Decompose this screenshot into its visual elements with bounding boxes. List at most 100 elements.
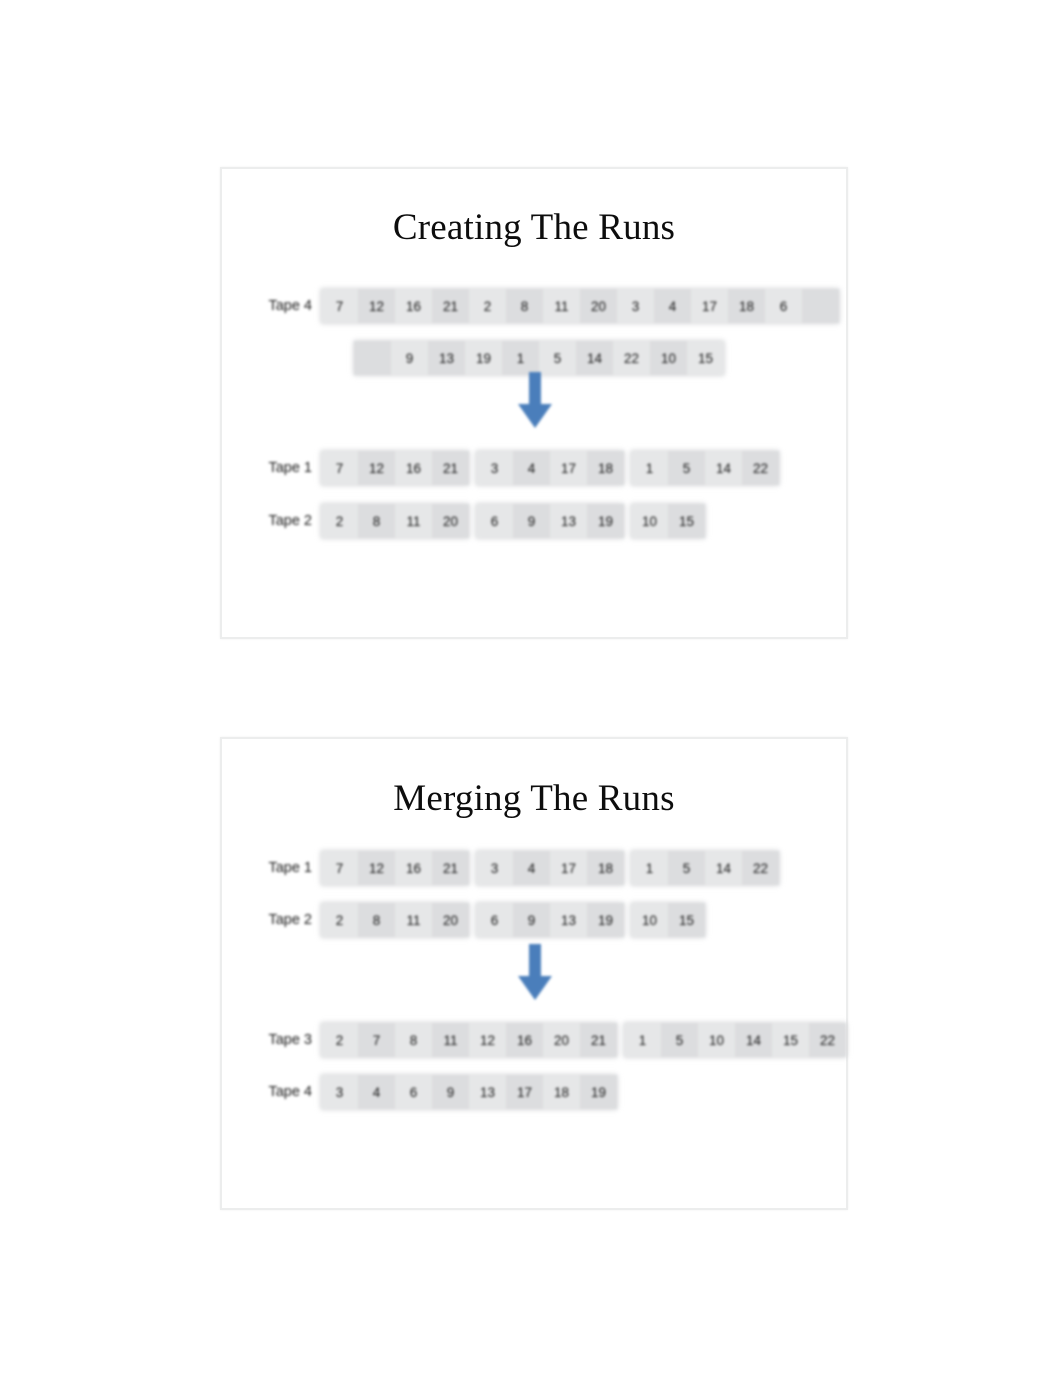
tape-row-label: Tape 4 (268, 1084, 312, 1100)
tape-cell: 13 (428, 341, 465, 375)
tape-cell: 8 (409, 1032, 418, 1048)
tape-cell: 19 (587, 903, 624, 937)
tape-cell: 15 (782, 1032, 799, 1048)
tape-row-label: Tape 1 (268, 860, 312, 876)
tape-row: 9 13 19 1 5 14 22 10 15 (354, 341, 724, 375)
tape-cell: 15 (668, 903, 705, 937)
down-arrow-icon (518, 944, 552, 1000)
tape-cell: 9 (513, 504, 550, 538)
tape-row-label: Tape 4 (268, 298, 312, 314)
tape-cell: 8 (358, 504, 395, 538)
tape-row: Tape 2 2 8 11 20 6 9 13 19 10 15 (268, 504, 705, 538)
run-group: 1 5 10 14 15 22 (624, 1023, 846, 1057)
tape-cell: 2 (483, 298, 492, 314)
tape-cell: 21 (432, 851, 469, 885)
tape-row-label: Tape 1 (268, 460, 312, 476)
tape-cell: 21 (432, 451, 469, 485)
run-group: 3 4 17 18 (476, 451, 624, 485)
tape-cell-empty (802, 289, 839, 323)
tape-cell: 11 (406, 912, 421, 928)
run-group: 9 13 19 1 5 14 22 10 15 (354, 341, 724, 375)
tape-cell: 6 (779, 298, 788, 314)
tape-cell: 20 (580, 289, 617, 323)
tape-cell: 7 (335, 460, 344, 476)
tape-cell: 22 (623, 350, 640, 366)
tape-cell: 22 (742, 851, 779, 885)
slide-merging-the-runs: Merging The Runs Tape 1 7 12 16 21 3 4 1… (220, 737, 848, 1210)
tape-cell: 19 (587, 504, 624, 538)
tape-cell: 5 (661, 1023, 698, 1057)
tape-cell: 16 (405, 298, 422, 314)
tape-cell: 8 (506, 289, 543, 323)
run-group: 10 15 (631, 504, 705, 538)
tape-cell: 9 (405, 350, 414, 366)
tape-row-label: Tape 3 (268, 1032, 312, 1048)
tape-cell: 10 (708, 1032, 725, 1048)
tape-cell: 20 (432, 903, 469, 937)
tape-cell: 17 (560, 460, 577, 476)
tape-row: Tape 2 2 8 11 20 6 9 13 19 10 15 (268, 903, 705, 937)
tape-row: Tape 4 3 4 6 9 13 17 18 19 (268, 1075, 617, 1109)
run-group: 1 5 14 22 (631, 851, 779, 885)
tape-cell: 14 (715, 860, 732, 876)
tape-cell: 16 (405, 860, 422, 876)
tape-cell: 22 (742, 451, 779, 485)
tape-cell: 1 (638, 1032, 647, 1048)
tape-cell: 2 (335, 513, 344, 529)
tape-cell: 4 (654, 289, 691, 323)
tape-cell: 12 (358, 851, 395, 885)
tape-cell: 19 (475, 350, 492, 366)
tape-cell: 18 (587, 851, 624, 885)
tape-cell: 20 (553, 1032, 570, 1048)
tape-cell: 4 (358, 1075, 395, 1109)
tape-cell: 15 (697, 350, 714, 366)
tape-cell: 9 (513, 903, 550, 937)
tape-row-label: Tape 2 (268, 912, 312, 928)
tape-cell: 14 (735, 1023, 772, 1057)
tape-cell: 12 (358, 289, 395, 323)
tape-cell: 3 (631, 298, 640, 314)
tape-cell: 3 (490, 460, 499, 476)
tape-cell: 11 (432, 1023, 469, 1057)
run-group: 10 15 (631, 903, 705, 937)
tape-cell: 10 (641, 912, 658, 928)
run-group: 7 12 16 21 2 8 11 20 3 4 17 18 6 (321, 289, 839, 323)
tape-cell: 11 (554, 298, 569, 314)
tape-row: Tape 3 2 7 8 11 12 16 20 21 1 5 10 14 15… (268, 1023, 846, 1057)
tape-cell: 4 (513, 451, 550, 485)
tape-cell: 17 (506, 1075, 543, 1109)
run-group: 1 5 14 22 (631, 451, 779, 485)
run-group: 3 4 6 9 13 17 18 19 (321, 1075, 617, 1109)
tape-cell: 19 (580, 1075, 617, 1109)
tape-cell: 18 (587, 451, 624, 485)
tape-cell: 2 (335, 1032, 344, 1048)
tape-cell: 1 (502, 341, 539, 375)
tape-cell: 20 (432, 504, 469, 538)
run-group: 3 4 17 18 (476, 851, 624, 885)
tape-cell: 14 (715, 460, 732, 476)
tape-cell: 5 (553, 350, 562, 366)
tape-cell: 17 (560, 860, 577, 876)
slide-creating-the-runs: Creating The Runs Tape 4 7 12 16 21 2 8 … (220, 167, 848, 639)
tape-row-label: Tape 2 (268, 513, 312, 529)
page-title: Merging The Runs (393, 778, 675, 819)
tape-cell: 15 (668, 504, 705, 538)
run-group: 2 8 11 20 (321, 903, 469, 937)
run-group: 7 12 16 21 (321, 451, 469, 485)
tape-row: Tape 1 7 12 16 21 3 4 17 18 1 5 14 22 (268, 851, 779, 885)
tape-cell: 17 (701, 298, 718, 314)
run-group: 2 7 8 11 12 16 20 21 (321, 1023, 617, 1057)
tape-cell: 13 (560, 513, 577, 529)
tape-cell: 21 (580, 1023, 617, 1057)
tape-cell: 13 (560, 912, 577, 928)
tape-cell-empty (354, 341, 391, 375)
run-group: 6 9 13 19 (476, 903, 624, 937)
tape-cell: 12 (479, 1032, 496, 1048)
run-group: 2 8 11 20 (321, 504, 469, 538)
tape-cell: 16 (405, 460, 422, 476)
tape-cell: 3 (335, 1084, 344, 1100)
page-title: Creating The Runs (392, 207, 676, 248)
tape-cell: 16 (506, 1023, 543, 1057)
tape-cell: 21 (432, 289, 469, 323)
run-group: 6 9 13 19 (476, 504, 624, 538)
